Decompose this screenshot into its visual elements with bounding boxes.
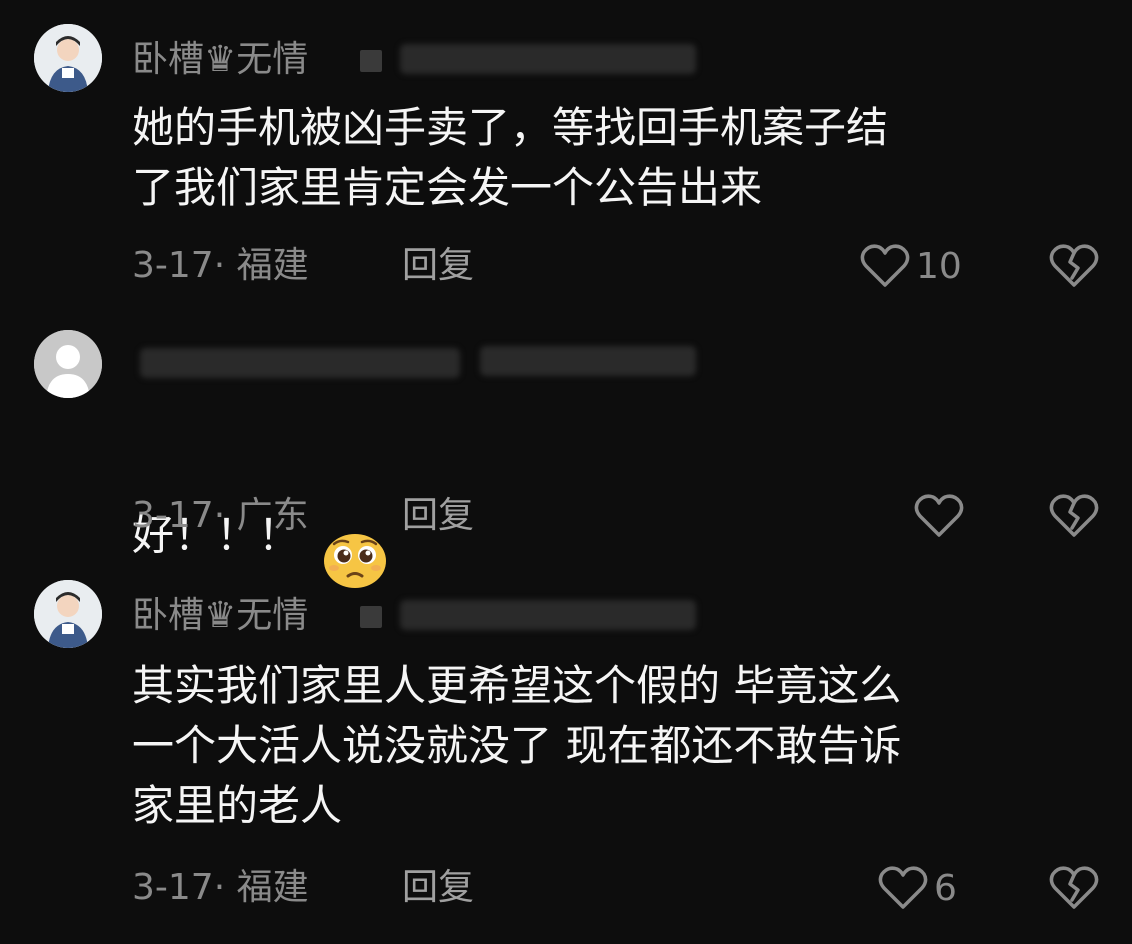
broken-heart-icon: [1049, 866, 1099, 909]
avatar-photo-icon: [34, 24, 102, 92]
heart-outline-icon: [878, 866, 928, 909]
redacted-text: [400, 600, 696, 630]
reply-button[interactable]: 回复: [402, 868, 474, 908]
redacted-mark: [360, 50, 382, 72]
heart-outline-icon: [860, 244, 910, 287]
dislike-button[interactable]: [1048, 242, 1100, 290]
redacted-text: [480, 346, 696, 376]
broken-heart-icon: [1049, 244, 1099, 287]
comment-meta: 3-17· 福建: [132, 867, 309, 908]
avatar-photo-icon: [34, 580, 102, 648]
user-avatar[interactable]: [34, 24, 102, 92]
redacted-mark: [360, 606, 382, 628]
user-avatar[interactable]: [34, 580, 102, 648]
comment-meta: 3-17· 福建: [132, 245, 309, 286]
dislike-button[interactable]: [1048, 492, 1100, 540]
pleading-face-icon: [324, 534, 387, 588]
broken-heart-icon: [1049, 494, 1099, 537]
like-button[interactable]: [912, 492, 966, 540]
reply-button[interactable]: 回复: [402, 496, 474, 536]
redacted-text: [400, 44, 696, 74]
heart-outline-icon: [914, 494, 964, 537]
comment-username[interactable]: 卧槽♛无情: [132, 40, 308, 80]
comment-meta: 3-17· 广东: [132, 495, 309, 536]
like-count: 10: [916, 245, 962, 287]
dislike-button[interactable]: [1048, 864, 1100, 912]
like-button[interactable]: 10: [858, 242, 962, 290]
pleading-face-emoji: [322, 470, 388, 606]
comment-username[interactable]: 卧槽♛无情: [132, 596, 308, 636]
reply-button[interactable]: 回复: [402, 246, 474, 286]
redacted-username: [140, 348, 460, 378]
like-button[interactable]: 6: [876, 864, 957, 912]
like-count: 6: [934, 867, 957, 909]
comment-text: 其实我们家里人更希望这个假的 毕竟这么 一个大活人说没就没了 现在都还不敢告诉 …: [132, 661, 902, 830]
comment-text: 她的手机被凶手卖了，等找回手机案子结 了我们家里肯定会发一个公告出来: [132, 103, 889, 212]
default-avatar-icon: [34, 330, 102, 398]
user-avatar[interactable]: [34, 330, 102, 398]
